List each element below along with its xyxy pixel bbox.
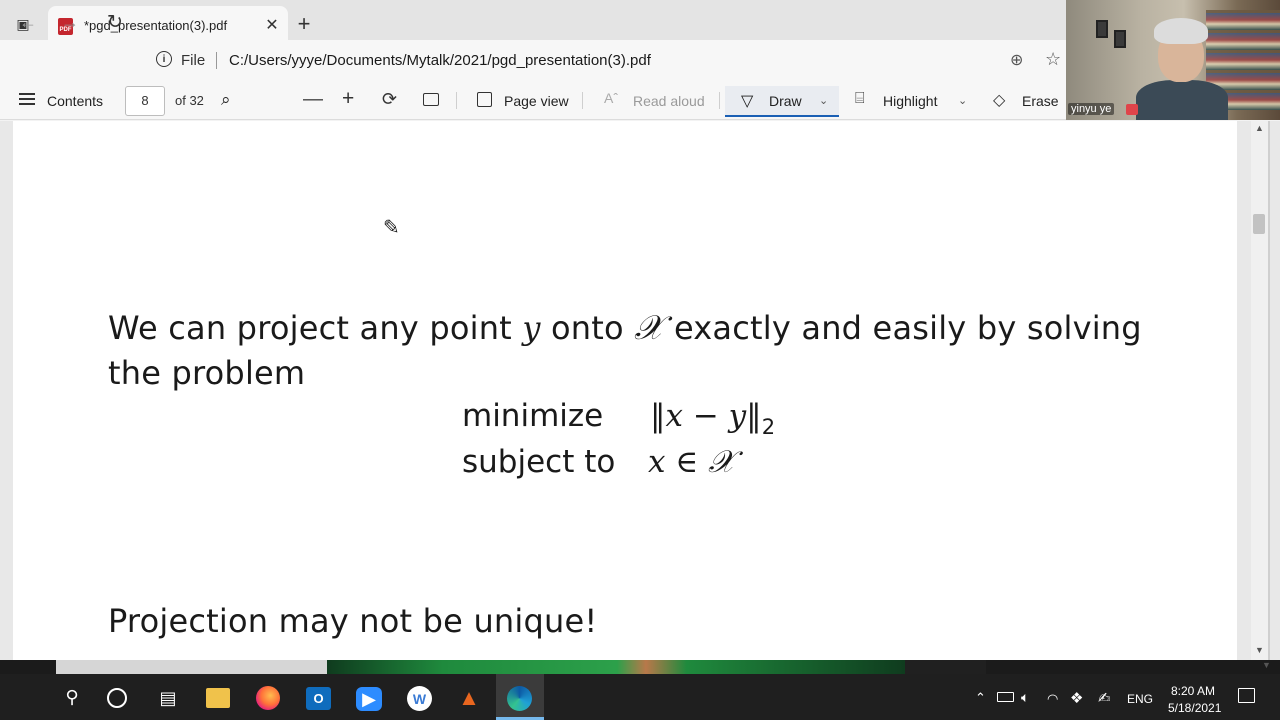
- tab-close-icon[interactable]: ✕: [262, 15, 282, 35]
- language-indicator[interactable]: ENG: [1127, 692, 1153, 706]
- draw-button[interactable]: Draw: [769, 93, 802, 109]
- dropbox-icon[interactable]: ❖: [1070, 689, 1083, 707]
- zoom-out-icon[interactable]: —: [303, 88, 323, 111]
- objective-norm: ‖x − y‖: [650, 398, 762, 434]
- scrollbar-thumb[interactable]: [1253, 214, 1265, 234]
- text-segment: onto: [550, 309, 624, 347]
- page-view-button[interactable]: Page view: [504, 93, 569, 109]
- taskbar: [0, 674, 1280, 720]
- network-icon[interactable]: ◠: [1047, 691, 1058, 707]
- task-view-icon[interactable]: ▤: [158, 688, 178, 708]
- background-frame: [1114, 30, 1126, 48]
- outlook-icon[interactable]: O: [306, 687, 331, 710]
- read-aloud-button[interactable]: Read aloud: [633, 93, 705, 109]
- url-field[interactable]: C:/Users/yyye/Documents/Mytalk/2021/pgd_…: [229, 52, 651, 69]
- scroll-down-icon[interactable]: ▼: [1255, 645, 1264, 655]
- site-label[interactable]: File: [181, 52, 205, 69]
- search-icon[interactable]: ⚲: [59, 684, 85, 710]
- highlighter-icon[interactable]: ⌸: [855, 90, 865, 108]
- objective-subscript: 2: [761, 415, 776, 439]
- pen-tray-icon[interactable]: ✍: [1098, 689, 1111, 707]
- erase-button[interactable]: Erase: [1022, 93, 1059, 109]
- person-hair: [1154, 18, 1208, 44]
- fit-page-icon[interactable]: [423, 93, 439, 106]
- edge-icon[interactable]: [507, 686, 532, 711]
- cortana-icon[interactable]: [107, 688, 127, 708]
- page-view-icon[interactable]: [477, 92, 492, 107]
- notification-icon[interactable]: [1238, 688, 1255, 703]
- math-set-x: 𝒳: [634, 308, 664, 348]
- zoom-app-icon[interactable]: ▶: [356, 687, 382, 711]
- back-arrow-icon[interactable]: ←: [16, 10, 40, 34]
- toolbar-separator: [719, 92, 720, 109]
- refresh-icon[interactable]: ↻: [103, 10, 127, 34]
- read-aloud-icon: Aˆ: [604, 90, 618, 106]
- search-icon[interactable]: ⌕: [221, 90, 231, 110]
- slide-line-2: the problem: [108, 354, 306, 392]
- muted-badge-icon: [1126, 104, 1138, 115]
- wolfram-icon[interactable]: W: [407, 686, 432, 711]
- firefox-icon[interactable]: [256, 686, 280, 710]
- pen-cursor-icon: ✎: [383, 217, 400, 239]
- video-strip-dark: [905, 660, 986, 674]
- zoom-icon[interactable]: ⊕: [1010, 50, 1023, 70]
- subject-to-label: subject to: [462, 444, 616, 480]
- scroll-down-icon[interactable]: ▼: [1262, 660, 1271, 670]
- background-frame: [1096, 20, 1108, 38]
- toolbar-separator: [456, 92, 457, 109]
- page-number-input[interactable]: 8: [125, 86, 165, 116]
- battery-icon[interactable]: [997, 692, 1014, 702]
- clock-time: 8:20 AM: [1170, 684, 1216, 698]
- draw-pen-icon[interactable]: ▽: [741, 91, 753, 111]
- chevron-down-icon[interactable]: ⌄: [958, 94, 967, 107]
- contents-list-icon[interactable]: [19, 93, 35, 106]
- clock[interactable]: 8:20 AM 5/18/2021: [1168, 683, 1222, 717]
- participant-name: yinyu ye: [1068, 103, 1115, 115]
- zoom-in-icon[interactable]: +: [342, 87, 354, 111]
- rotate-icon[interactable]: ⟳: [382, 89, 397, 110]
- windows-start-icon[interactable]: [12, 687, 30, 705]
- toolbar-separator: [582, 92, 583, 109]
- highlight-button[interactable]: Highlight: [883, 93, 937, 109]
- eraser-icon[interactable]: ◇: [993, 90, 1005, 110]
- tray-chevron-icon[interactable]: ⌃: [975, 690, 986, 706]
- forward-arrow-icon[interactable]: →: [58, 10, 82, 34]
- slide-line-3: Projection may not be unique!: [108, 602, 598, 640]
- objective-expression: ‖x − y‖2: [650, 398, 775, 439]
- matlab-icon[interactable]: ▲: [456, 685, 482, 710]
- page-total: of 32: [175, 93, 204, 108]
- text-segment: exactly and easily by solving: [673, 309, 1142, 347]
- address-separator: [216, 52, 217, 69]
- info-icon[interactable]: i: [156, 51, 172, 67]
- outer-scrollbar: [1268, 121, 1270, 660]
- webcam-video: yinyu ye: [1066, 0, 1280, 120]
- new-tab-button[interactable]: +: [294, 13, 314, 35]
- math-variable-y: y: [522, 309, 541, 347]
- slide-line-1: We can project any point y onto 𝒳 exactl…: [108, 308, 1142, 348]
- volume-icon[interactable]: 🔈︎: [1021, 689, 1029, 706]
- scroll-up-icon[interactable]: ▲: [1255, 123, 1264, 133]
- file-explorer-icon[interactable]: [206, 688, 230, 708]
- chevron-down-icon[interactable]: ⌄: [819, 94, 828, 107]
- minimize-label: minimize: [462, 398, 604, 434]
- constraint-expression: x ∈ 𝒳: [648, 444, 735, 480]
- vertical-scrollbar[interactable]: [1251, 121, 1268, 660]
- clock-date: 5/18/2021: [1168, 701, 1222, 715]
- person-body: [1136, 80, 1228, 120]
- text-segment: We can project any point: [108, 309, 512, 347]
- video-strip-green: [327, 660, 907, 674]
- favorite-star-icon[interactable]: ☆: [1045, 49, 1061, 70]
- contents-button[interactable]: Contents: [47, 93, 103, 109]
